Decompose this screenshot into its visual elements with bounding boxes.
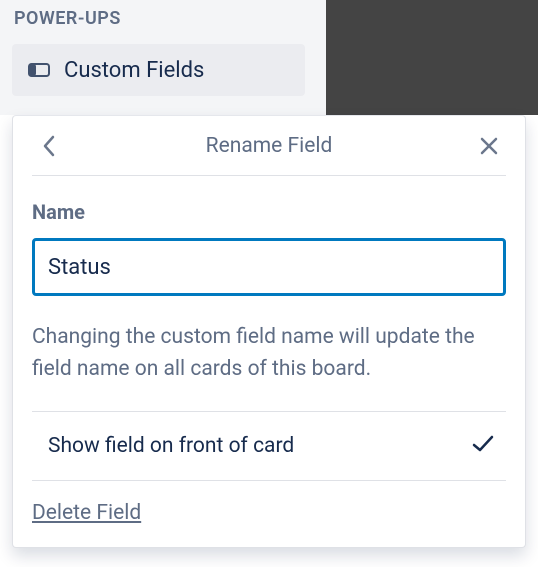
section-header-powerups: POWER-UPS bbox=[14, 8, 121, 29]
rename-field-popover: Rename Field Name Changing the custom fi… bbox=[12, 115, 526, 548]
chevron-left-icon bbox=[42, 135, 56, 157]
name-field-label: Name bbox=[32, 200, 506, 224]
sidebar-item-label: Custom Fields bbox=[64, 58, 204, 83]
back-button[interactable] bbox=[26, 116, 72, 175]
popover-title: Rename Field bbox=[206, 134, 333, 158]
show-on-front-toggle[interactable]: Show field on front of card bbox=[32, 412, 506, 481]
close-icon bbox=[479, 136, 499, 156]
name-input[interactable] bbox=[32, 238, 506, 296]
delete-field-link[interactable]: Delete Field bbox=[32, 481, 141, 547]
custom-fields-icon bbox=[26, 63, 52, 77]
helper-text: Changing the custom field name will upda… bbox=[32, 322, 506, 412]
popover-header: Rename Field bbox=[32, 116, 506, 176]
toggle-label: Show field on front of card bbox=[38, 434, 294, 458]
board-background-strip bbox=[326, 0, 538, 115]
sidebar-item-custom-fields[interactable]: Custom Fields bbox=[12, 44, 305, 96]
checkmark-icon bbox=[472, 435, 500, 457]
close-button[interactable] bbox=[466, 116, 512, 175]
